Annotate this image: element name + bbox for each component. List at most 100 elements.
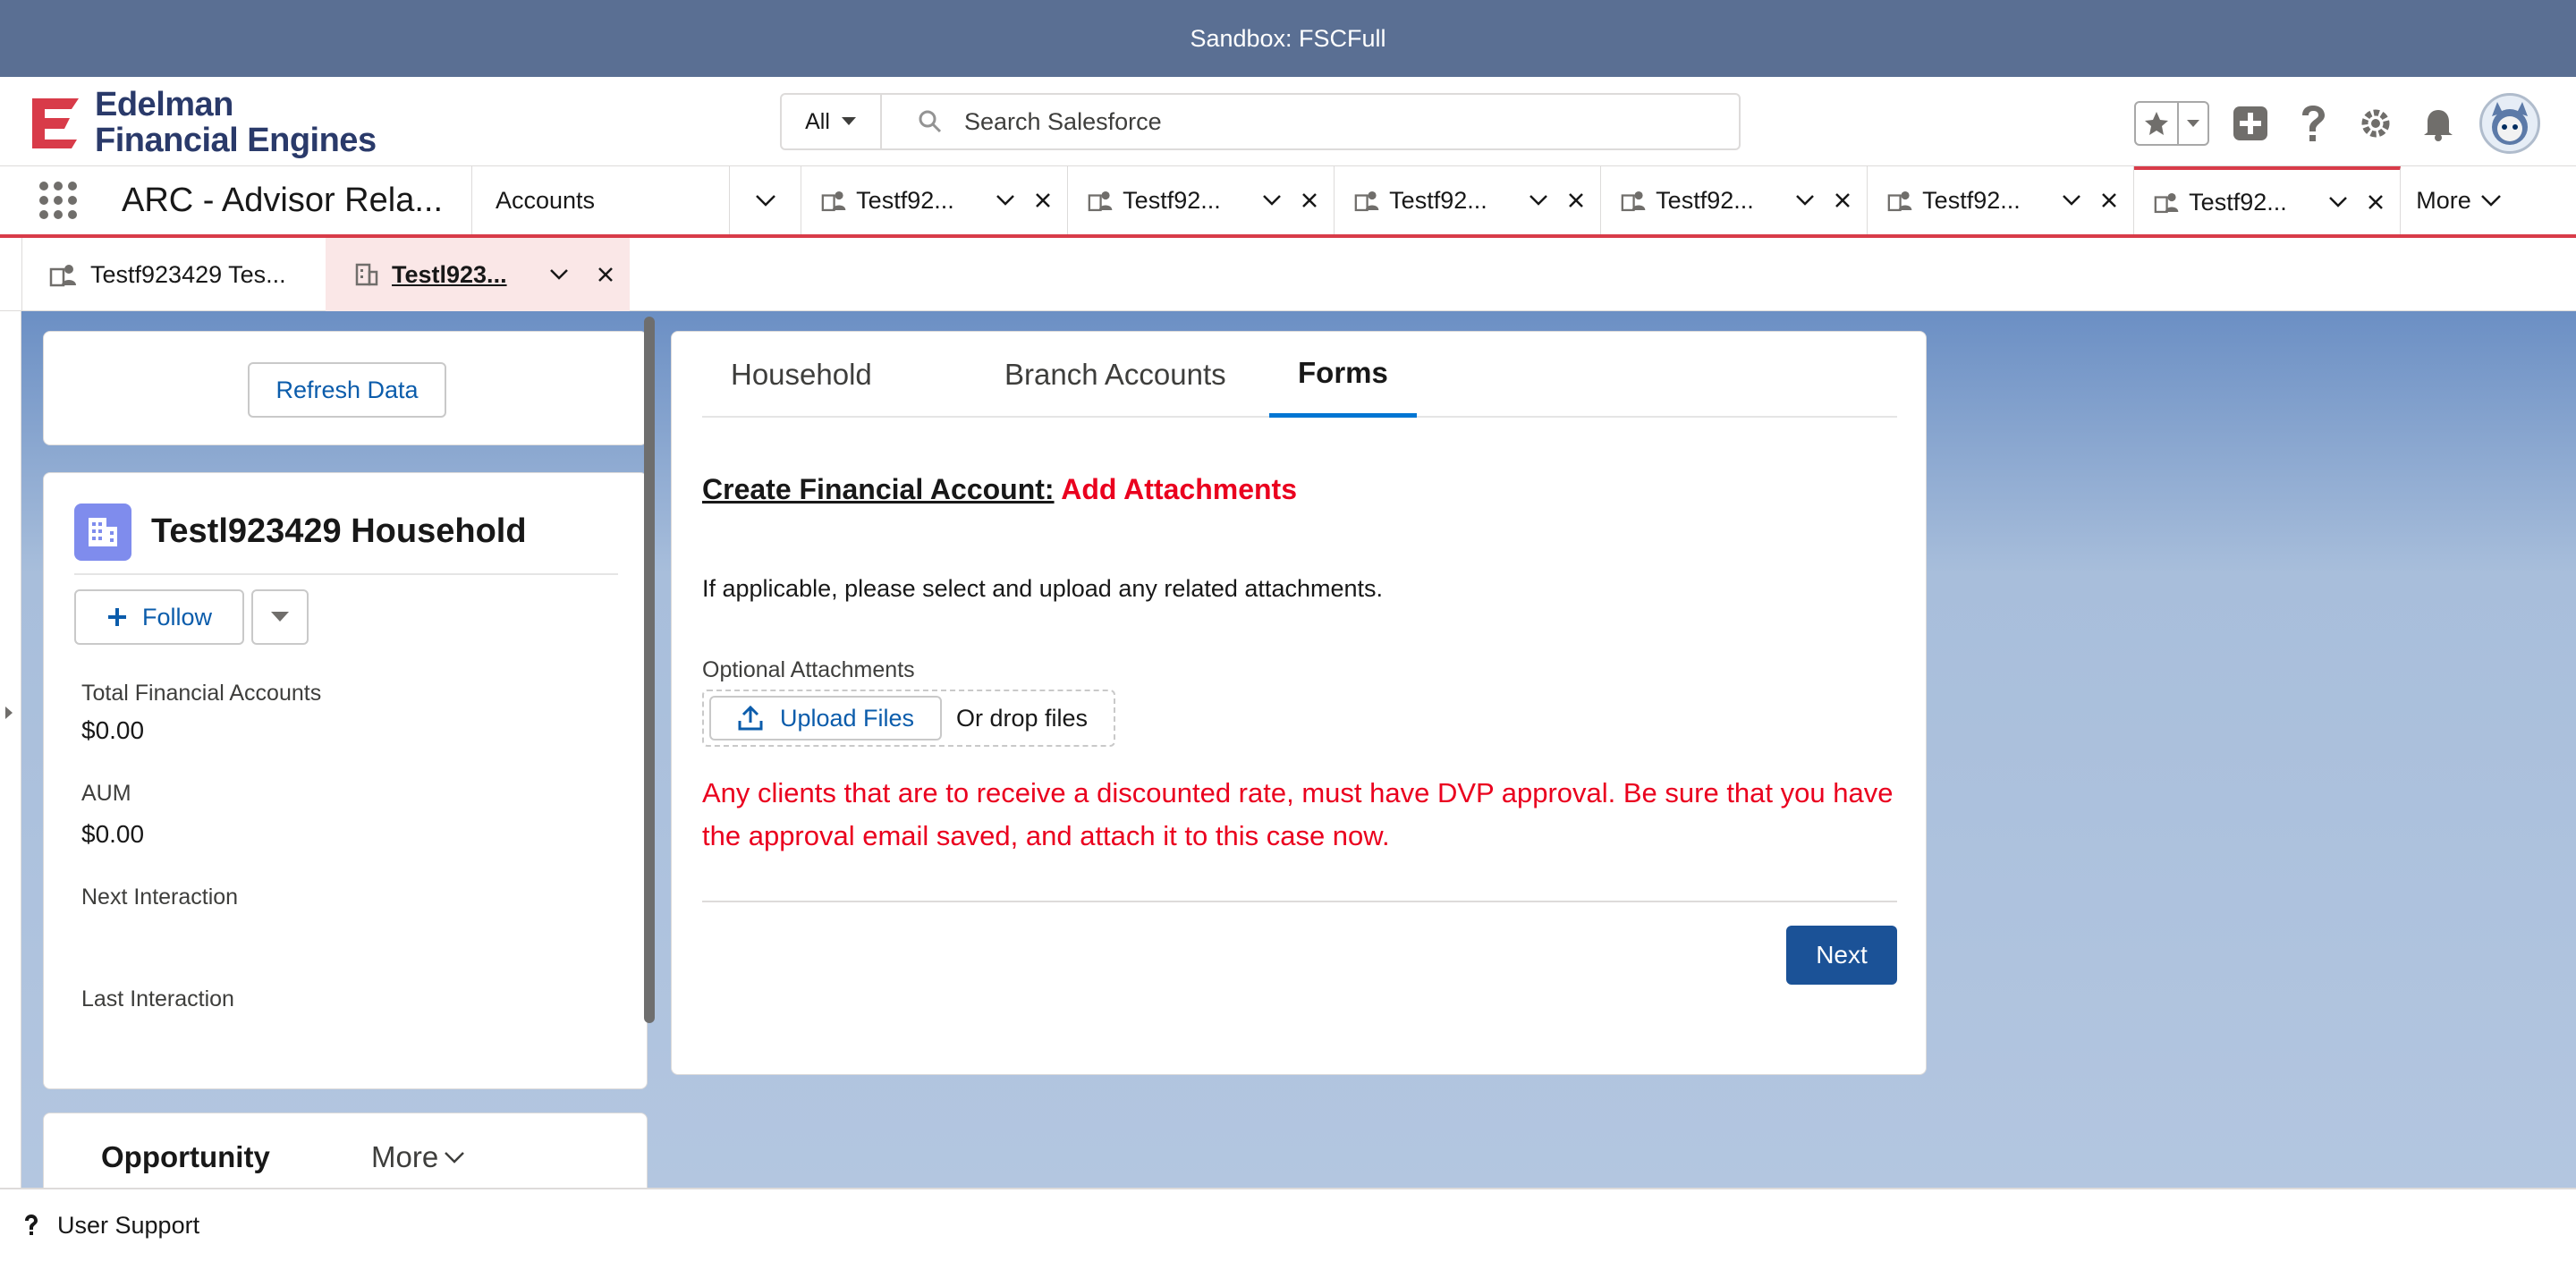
chevron-down-icon[interactable] <box>996 194 1015 207</box>
search-icon <box>919 110 942 133</box>
chevron-down-icon[interactable] <box>1529 194 1548 207</box>
chevron-down-icon <box>445 1152 465 1164</box>
workspace-tab-label: Testf92... <box>1123 186 1221 214</box>
left-collapse-strip[interactable] <box>0 311 21 1188</box>
app-launcher-icon[interactable] <box>0 166 116 234</box>
workspace-area: Refresh Data Testl923429 Household Follo… <box>0 311 2576 1188</box>
expand-panel-icon[interactable] <box>5 707 13 719</box>
refresh-card: Refresh Data <box>43 331 648 445</box>
favorites-button[interactable] <box>2134 101 2209 146</box>
forms-card: Household Branch Accounts Forms Create F… <box>671 331 1927 1075</box>
chevron-down-icon[interactable] <box>549 268 569 281</box>
workspace-tab[interactable]: Testf92... <box>1868 166 2134 234</box>
left-panel-scrollbar[interactable] <box>644 317 655 1023</box>
refresh-data-button[interactable]: Refresh Data <box>248 362 446 418</box>
star-icon[interactable] <box>2136 103 2179 144</box>
close-icon[interactable] <box>1568 192 1584 208</box>
workspace-tab-label: Testf92... <box>1922 186 2021 214</box>
household-account-icon <box>1354 190 1379 212</box>
workspace-tab-label: Testf92... <box>2189 188 2287 216</box>
nav-accounts-dropdown[interactable] <box>730 166 801 234</box>
user-support-button[interactable]: User Support <box>57 1212 199 1240</box>
nav-more-label: More <box>2416 186 2471 214</box>
tab-branch-accounts[interactable]: Branch Accounts <box>1004 332 1226 418</box>
tabset: Household Branch Accounts Forms <box>702 332 1897 418</box>
actions-dropdown-button[interactable] <box>251 589 309 645</box>
household-account-icon <box>2154 192 2179 214</box>
favorites-dropdown-icon[interactable] <box>2179 119 2207 128</box>
workspace-tab-label: Testf92... <box>1389 186 1487 214</box>
close-icon[interactable] <box>1035 192 1051 208</box>
bell-icon[interactable] <box>2417 102 2460 145</box>
household-highlights-card: Testl923429 Household Follow Total Finan… <box>43 472 648 1089</box>
follow-button[interactable]: Follow <box>74 589 244 645</box>
close-icon[interactable] <box>1835 192 1851 208</box>
close-icon[interactable] <box>1301 192 1318 208</box>
form-title-main: Create Financial Account: <box>702 473 1055 505</box>
workspace-tab[interactable]: Testf92... <box>801 166 1068 234</box>
close-icon[interactable] <box>597 267 614 283</box>
add-icon[interactable] <box>2229 102 2272 145</box>
nav-more-button[interactable]: More <box>2401 166 2517 234</box>
company-logo[interactable]: Edelman Financial Engines <box>27 86 377 158</box>
opportunity-card: Opportunity More <box>43 1113 648 1188</box>
subtab-item-active[interactable]: Testl923... <box>326 238 630 311</box>
total-financial-accounts-value: $0.00 <box>81 716 145 744</box>
chevron-down-icon[interactable] <box>2062 194 2081 207</box>
form-title: Create Financial Account: Add Attachment… <box>702 473 1297 506</box>
workspace-tab-active[interactable]: Testf92... <box>2134 166 2401 234</box>
household-title: Testl923429 Household <box>151 512 527 550</box>
utility-bar: User Support <box>0 1188 2576 1261</box>
aum-label: AUM <box>81 781 131 806</box>
plus-icon <box>107 608 126 626</box>
gear-icon[interactable] <box>2354 102 2397 145</box>
building-icon <box>355 263 378 286</box>
divider <box>702 901 1897 902</box>
workspace-tab[interactable]: Testf92... <box>1068 166 1335 234</box>
form-title-step: Add Attachments <box>1061 473 1297 505</box>
search-scope-label: All <box>805 108 830 134</box>
tab-forms[interactable]: Forms <box>1269 332 1417 418</box>
close-icon[interactable] <box>2101 192 2117 208</box>
user-avatar[interactable] <box>2479 93 2540 154</box>
form-help-text: If applicable, please select and upload … <box>702 575 1383 602</box>
search-input[interactable]: Search Salesforce <box>882 108 1739 136</box>
household-account-icon <box>1088 190 1113 212</box>
help-icon[interactable] <box>2292 102 2334 145</box>
chevron-down-icon[interactable] <box>1262 194 1282 207</box>
chevron-down-icon[interactable] <box>2328 196 2348 208</box>
logo-mark-icon <box>27 93 82 152</box>
logo-line-1: Edelman <box>95 86 233 123</box>
app-navigation: ARC - Advisor Rela... Accounts Testf92..… <box>0 166 2576 238</box>
nav-item-accounts[interactable]: Accounts <box>472 166 730 234</box>
household-account-icon <box>49 265 76 287</box>
opportunity-title: Opportunity <box>101 1140 270 1173</box>
app-name: ARC - Advisor Rela... <box>116 166 472 234</box>
tab-household[interactable]: Household <box>731 332 872 418</box>
upload-files-button[interactable]: Upload Files <box>709 696 942 741</box>
opportunity-more-label: More <box>371 1140 439 1173</box>
workspace-tab[interactable]: Testf92... <box>1601 166 1868 234</box>
chevron-down-icon[interactable] <box>1795 194 1815 207</box>
search-scope-select[interactable]: All <box>782 95 882 148</box>
subtab-item[interactable]: Testf923429 Tes... <box>21 238 326 311</box>
chevron-down-icon <box>2480 195 2501 207</box>
next-button[interactable]: Next <box>1786 926 1897 985</box>
subtab-bar: Testf923429 Tes... Testl923... <box>0 238 2576 311</box>
dvp-approval-warning: Any clients that are to receive a discou… <box>702 777 1894 851</box>
opportunity-more-button[interactable]: More <box>371 1140 465 1174</box>
total-financial-accounts-label: Total Financial Accounts <box>81 681 322 706</box>
workspace-tab-label: Testf92... <box>856 186 954 214</box>
subtab-label: Testl923... <box>392 260 507 288</box>
household-account-icon <box>1621 190 1646 212</box>
subtab-label: Testf923429 Tes... <box>90 260 286 288</box>
file-dropzone[interactable]: Upload Files Or drop files <box>702 690 1115 747</box>
household-account-icon <box>821 190 846 212</box>
aum-value: $0.00 <box>81 820 145 848</box>
chevron-down-icon <box>841 117 856 125</box>
header-actions <box>2134 93 2540 154</box>
close-icon[interactable] <box>2368 194 2384 210</box>
upload-files-label: Upload Files <box>779 704 915 732</box>
workspace-tab[interactable]: Testf92... <box>1335 166 1601 234</box>
upload-icon <box>738 705 763 731</box>
